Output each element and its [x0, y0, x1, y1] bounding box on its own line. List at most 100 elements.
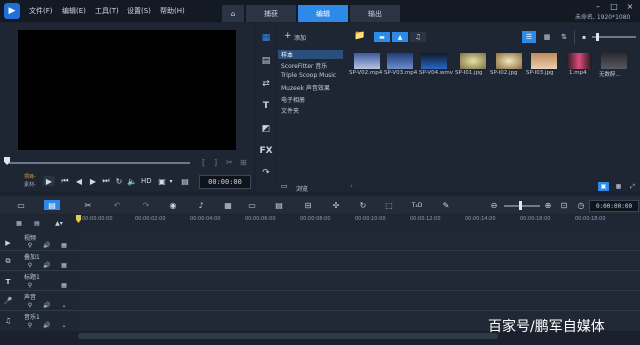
instant-project-icon[interactable]: ▤ [259, 55, 273, 67]
filter-fx-icon[interactable]: FX [259, 145, 273, 157]
mute-icon[interactable]: 🔊 [43, 241, 51, 249]
zoom-out-timeline-icon[interactable]: ⊖ [488, 200, 500, 210]
browse-label[interactable]: 浏览 [296, 184, 308, 193]
paint-icon[interactable]: ✎ [440, 200, 452, 210]
hd-preview-button[interactable]: HD [141, 177, 152, 185]
transition-icon[interactable]: ⇄ [259, 78, 273, 90]
add-folder-label[interactable]: 添加 [294, 33, 306, 42]
library-item-muzeek[interactable]: Muzeek 声音效果 [281, 83, 330, 92]
repeat-fill-icon[interactable]: ▦ [60, 241, 68, 249]
menu-help[interactable]: 帮助(H) [160, 6, 185, 16]
tab-share[interactable]: 输出 [350, 5, 400, 22]
link-icon[interactable]: ⚲ [26, 261, 34, 269]
split-screen-icon[interactable]: ⊟ [302, 200, 314, 210]
redo-icon[interactable]: ↷ [140, 200, 152, 210]
thumbnail-sp-v02[interactable] [354, 53, 380, 69]
import-folder-icon[interactable]: 📁 [354, 31, 365, 41]
record-capture-icon[interactable]: ◉ [167, 200, 179, 210]
show-photo-icon[interactable]: ▲ [392, 32, 408, 42]
repeat-icon[interactable]: ↻ [114, 176, 124, 186]
library-item-scorefitter[interactable]: ScoreFitter 音乐 [281, 61, 327, 70]
menu-tools[interactable]: 工具(T) [95, 6, 119, 16]
library-item-album[interactable]: 电子相册 [281, 95, 305, 104]
collapse-library-icon[interactable]: ‹ [350, 182, 353, 190]
library-item-triple-scoop[interactable]: Triple Scoop Music [281, 72, 336, 79]
next-frame-icon[interactable]: ▶ [88, 176, 98, 186]
clock-icon[interactable]: ◷ [575, 200, 587, 210]
expand-track-icon[interactable]: ⌄ [60, 301, 68, 309]
motion-path-icon[interactable]: ✣ [330, 200, 342, 210]
menu-file[interactable]: 文件(F) [29, 6, 53, 16]
timeline-zoom-handle[interactable] [519, 201, 522, 210]
graphics-icon[interactable]: ◩ [259, 123, 273, 135]
time-remap-icon[interactable]: ↻ [357, 200, 369, 210]
add-track-icon[interactable]: ▤ [32, 219, 42, 227]
play-icon[interactable]: ▶ [43, 176, 55, 186]
timeline-horizontal-scrollbar[interactable] [78, 333, 498, 339]
minimize-icon[interactable]: – [592, 2, 604, 11]
thumbnail-sp-i03[interactable] [531, 53, 557, 69]
show-video-icon[interactable]: ▬ [374, 32, 390, 42]
fit-icon[interactable]: ⤢ [627, 182, 638, 191]
timeline-timecode[interactable]: 0:00:00:00 [589, 200, 639, 212]
tab-edit[interactable]: 编辑 [298, 5, 348, 22]
multi-camera-icon[interactable]: ▤ [273, 200, 285, 210]
browse-icon[interactable]: ▭ [281, 182, 288, 190]
split-icon[interactable]: ✂ [226, 158, 233, 167]
menu-settings[interactable]: 设置(S) [127, 6, 151, 16]
thumbnail-view-icon[interactable]: ▦ [540, 31, 554, 43]
zoom-out-icon[interactable]: ▪ [580, 31, 588, 43]
options-icon[interactable]: ▣ [598, 182, 609, 191]
project-mode-label[interactable]: 项目- [24, 173, 36, 180]
timeline-zoom-slider[interactable] [504, 205, 540, 207]
link-icon[interactable]: ⚲ [26, 321, 34, 329]
repeat-fill-icon[interactable]: ▦ [60, 261, 68, 269]
mute-icon[interactable]: 🔊 [43, 321, 51, 329]
maximize-icon[interactable]: □ [608, 2, 620, 11]
audio-mixer-icon[interactable]: ♪ [195, 200, 207, 210]
toolbox-icon[interactable]: ✂ [82, 200, 94, 210]
library-item-folder[interactable]: 文件夹 [281, 106, 299, 115]
thumbnail-sp-v04[interactable] [421, 53, 447, 69]
link-icon[interactable]: ⚲ [26, 301, 34, 309]
track-manager-icon[interactable]: ▦ [14, 219, 24, 227]
preview-timecode[interactable]: 00:00:00 [199, 175, 251, 189]
show-all-tracks-icon[interactable]: ▲▾ [52, 219, 66, 227]
close-icon[interactable]: × [624, 2, 636, 11]
mark-in-icon[interactable]: [ [202, 158, 205, 167]
aspect-ratio-icon[interactable]: ▣ [157, 176, 167, 186]
library-item-sample[interactable]: 样本 [278, 50, 343, 59]
clip-mode-label[interactable]: 素材- [24, 181, 36, 188]
aspect-dropdown-icon[interactable]: ▾ [167, 176, 175, 186]
expand-icon[interactable]: ⊞ [240, 158, 247, 167]
list-view-icon[interactable]: ☰ [522, 31, 536, 43]
sort-icon[interactable]: ⇅ [557, 31, 571, 43]
menu-edit[interactable]: 编辑(E) [62, 6, 86, 16]
mute-icon[interactable]: 🔊 [43, 261, 51, 269]
storyboard-view-icon[interactable]: ▭ [15, 200, 27, 210]
previous-frame-icon[interactable]: ◀ [74, 176, 84, 186]
mute-icon[interactable]: 🔊 [43, 301, 51, 309]
volume-icon[interactable]: 🔈 [127, 176, 137, 186]
media-library-icon[interactable]: ▦ [259, 32, 273, 44]
repeat-fill-icon[interactable]: ▦ [60, 281, 68, 289]
tab-capture[interactable]: 捕获 [246, 5, 296, 22]
thumbnail-1-mp4[interactable] [566, 53, 592, 69]
motion-tracking-icon[interactable]: ▦ [222, 200, 234, 210]
preview-scrubber[interactable] [6, 162, 190, 164]
link-icon[interactable]: ⚲ [26, 281, 34, 289]
link-icon[interactable]: ⚲ [26, 241, 34, 249]
go-to-end-icon[interactable]: ⏭ [101, 176, 111, 186]
timeline-view-icon[interactable]: ▤ [44, 200, 60, 210]
fit-timeline-icon[interactable]: ⊡ [558, 200, 570, 210]
subtitle-editor-icon[interactable]: ▭ [246, 200, 258, 210]
mask-creator-icon[interactable]: ⬚ [383, 200, 395, 210]
snapshot-icon[interactable]: ▤ [180, 176, 190, 186]
zoom-in-timeline-icon[interactable]: ⊕ [542, 200, 554, 210]
thumbnail-sp-v03[interactable] [387, 53, 413, 69]
3d-title-icon[interactable]: T₃D [411, 200, 423, 210]
path-icon[interactable]: ↷ [259, 167, 273, 179]
add-folder-icon[interactable]: + [284, 31, 292, 41]
thumbnail-sp-i01[interactable] [460, 53, 486, 69]
go-to-start-icon[interactable]: ⏮ [60, 176, 70, 186]
